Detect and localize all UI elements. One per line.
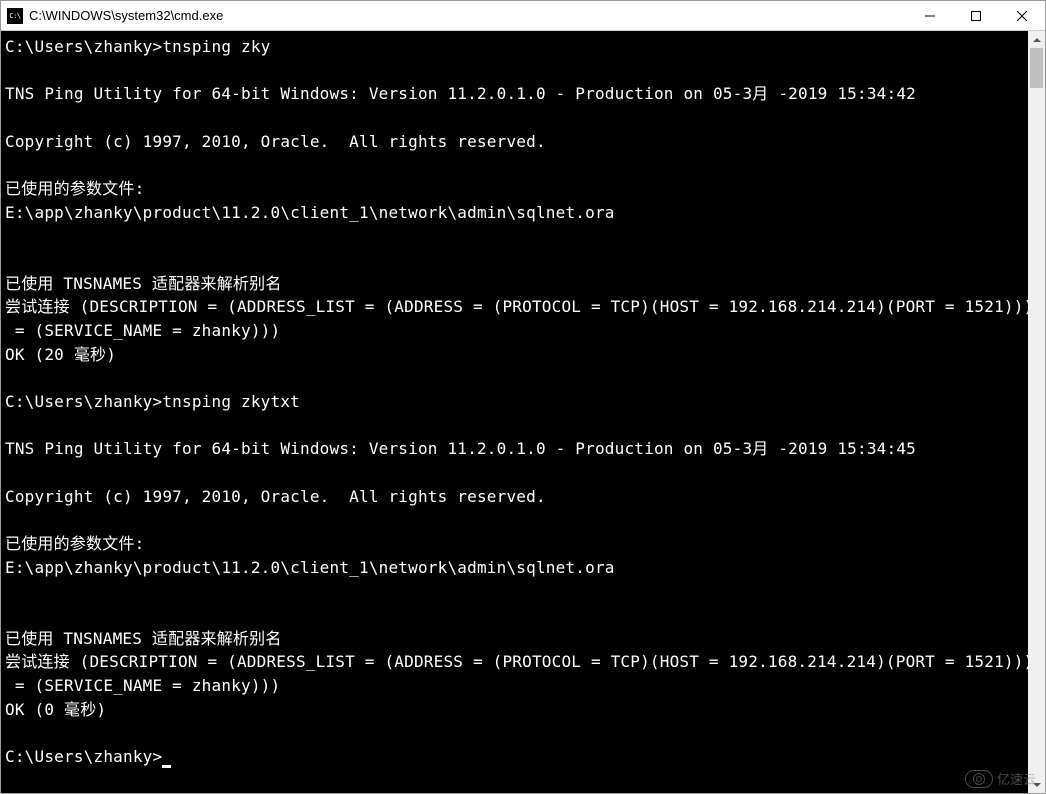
titlebar[interactable]: C:\ C:\WINDOWS\system32\cmd.exe (1, 1, 1045, 31)
cmd-window: C:\ C:\WINDOWS\system32\cmd.exe C:\Users… (0, 0, 1046, 794)
terminal-output[interactable]: C:\Users\zhanky>tnsping zky TNS Ping Uti… (1, 31, 1028, 793)
cursor (162, 765, 171, 768)
scroll-track[interactable] (1028, 48, 1045, 776)
close-button[interactable] (999, 1, 1045, 30)
maximize-icon (971, 11, 981, 21)
window-title: C:\WINDOWS\system32\cmd.exe (29, 8, 907, 23)
app-icon: C:\ (7, 8, 23, 24)
chevron-up-icon (1033, 38, 1041, 42)
watermark-text: 亿速云 (997, 769, 1036, 788)
watermark-cloud-icon (965, 770, 993, 788)
minimize-button[interactable] (907, 1, 953, 30)
terminal-area: C:\Users\zhanky>tnsping zky TNS Ping Uti… (1, 31, 1045, 793)
scroll-thumb[interactable] (1030, 48, 1043, 88)
minimize-icon (925, 11, 935, 21)
scrollbar-vertical[interactable] (1028, 31, 1045, 793)
close-icon (1017, 11, 1027, 21)
scroll-up-arrow[interactable] (1028, 31, 1045, 48)
maximize-button[interactable] (953, 1, 999, 30)
watermark: 亿速云 (965, 769, 1036, 788)
window-controls (907, 1, 1045, 30)
